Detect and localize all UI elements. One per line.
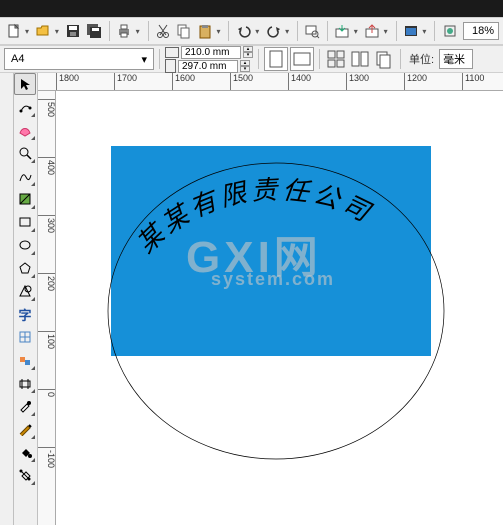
rectangle-tool[interactable] xyxy=(14,211,36,233)
export-dropdown[interactable]: ▾ xyxy=(384,27,391,36)
pick-tool[interactable] xyxy=(14,73,36,95)
undo-dropdown[interactable]: ▾ xyxy=(255,27,262,36)
height-icon xyxy=(165,59,176,73)
save-icon[interactable] xyxy=(64,20,83,42)
new-file-dropdown[interactable]: ▾ xyxy=(25,27,32,36)
new-file-icon[interactable] xyxy=(4,20,23,42)
width-icon xyxy=(165,47,179,58)
ruler-tick: 1800 xyxy=(56,73,79,91)
treat-as-pages-icon[interactable] xyxy=(349,48,371,70)
save-all-icon[interactable] xyxy=(85,20,104,42)
search-icon[interactable] xyxy=(303,20,322,42)
ruler-tick: 500 xyxy=(38,99,56,117)
zoom-value: 18% xyxy=(472,25,494,37)
dimension-tool[interactable] xyxy=(14,349,36,371)
crop-tool[interactable] xyxy=(14,119,36,141)
width-spinner[interactable]: ▴▾ xyxy=(243,46,253,59)
orientation-portrait[interactable] xyxy=(264,47,288,71)
freehand-tool[interactable] xyxy=(14,165,36,187)
ruler-tick: 1600 xyxy=(172,73,195,91)
chevron-down-icon: ▾ xyxy=(141,53,147,66)
drawing-canvas[interactable]: GXI网 system.com 某某有限责任公司 xyxy=(56,91,503,525)
duplicate-page-icon[interactable] xyxy=(373,48,395,70)
paste-icon[interactable] xyxy=(195,20,214,42)
ruler-tick: 1500 xyxy=(230,73,253,91)
ruler-tick: 1700 xyxy=(114,73,137,91)
ellipse-tool[interactable] xyxy=(14,234,36,256)
open-file-icon[interactable] xyxy=(34,20,53,42)
zoom-input[interactable]: 18% xyxy=(463,22,499,40)
redo-icon[interactable] xyxy=(264,20,283,42)
fullscreen-dropdown[interactable]: ▾ xyxy=(422,27,429,36)
text-tool[interactable]: 字 xyxy=(14,303,36,325)
fullscreen-icon[interactable] xyxy=(401,20,420,42)
eyedropper-tool[interactable] xyxy=(14,395,36,417)
print-icon[interactable] xyxy=(115,20,134,42)
height-spinner[interactable]: ▴▾ xyxy=(240,60,250,73)
smart-fill-tool[interactable] xyxy=(14,188,36,210)
main-toolbar: ▾ ▾ ▾ ▾ ▾ ▾ ▾ ▾ ▾ xyxy=(0,17,503,45)
ruler-tick: 200 xyxy=(38,273,56,291)
ruler-tick: 1200 xyxy=(404,73,427,91)
redo-dropdown[interactable]: ▾ xyxy=(285,27,292,36)
paste-dropdown[interactable]: ▾ xyxy=(216,27,223,36)
page-height-input[interactable]: 297.0 mm xyxy=(178,60,238,73)
main-area: 字 1800 1700 1600 1500 1400 1300 1200 1100 500 40… xyxy=(0,73,503,525)
open-file-dropdown[interactable]: ▾ xyxy=(55,27,62,36)
copy-icon[interactable] xyxy=(174,20,193,42)
horizontal-ruler[interactable]: 1800 1700 1600 1500 1400 1300 1200 1100 xyxy=(38,73,503,91)
arc-text-object[interactable]: 某某有限责任公司 xyxy=(106,141,446,341)
outline-tool[interactable] xyxy=(14,418,36,440)
import-dropdown[interactable]: ▾ xyxy=(354,27,361,36)
property-bar: A4 ▾ 210.0 mm ▴▾ 297.0 mm ▴▾ 单位: 毫米 xyxy=(0,45,503,73)
units-label: 单位: xyxy=(406,51,437,67)
vertical-ruler[interactable]: 500 400 300 200 100 0 -100 xyxy=(38,91,56,525)
ruler-tick: 1400 xyxy=(288,73,311,91)
ruler-tick: 1300 xyxy=(346,73,369,91)
fill-tool[interactable] xyxy=(14,441,36,463)
shape-edit-tool[interactable] xyxy=(14,96,36,118)
undo-icon[interactable] xyxy=(234,20,253,42)
publish-icon[interactable] xyxy=(440,20,459,42)
toolbox: 字 xyxy=(14,73,38,525)
polygon-tool[interactable] xyxy=(14,257,36,279)
interactive-fill-tool[interactable] xyxy=(14,464,36,486)
toolbox-flyouts xyxy=(0,73,14,525)
zoom-tool[interactable] xyxy=(14,142,36,164)
ruler-tick: 400 xyxy=(38,157,56,175)
ruler-tick: 300 xyxy=(38,215,56,233)
page-width-input[interactable]: 210.0 mm xyxy=(181,46,241,59)
interactive-tool[interactable] xyxy=(14,372,36,394)
export-icon[interactable] xyxy=(363,20,382,42)
basic-shapes-tool[interactable] xyxy=(14,280,36,302)
units-select[interactable]: 毫米 xyxy=(439,49,473,69)
svg-text:某某有限责任公司: 某某有限责任公司 xyxy=(131,175,377,259)
cut-icon[interactable] xyxy=(153,20,172,42)
paper-size-select[interactable]: A4 ▾ xyxy=(4,48,154,70)
ruler-tick: 1100 xyxy=(462,73,484,91)
ruler-tick: 100 xyxy=(38,331,56,349)
print-dropdown[interactable]: ▾ xyxy=(136,27,143,36)
table-tool[interactable] xyxy=(14,326,36,348)
import-icon[interactable] xyxy=(333,20,352,42)
ruler-tick: 0 xyxy=(38,389,56,397)
orientation-landscape[interactable] xyxy=(290,47,314,71)
ruler-tick: -100 xyxy=(38,447,56,468)
window-titlebar xyxy=(0,0,503,17)
paper-size-value: A4 xyxy=(11,53,24,65)
align-distribute-icon[interactable] xyxy=(325,48,347,70)
